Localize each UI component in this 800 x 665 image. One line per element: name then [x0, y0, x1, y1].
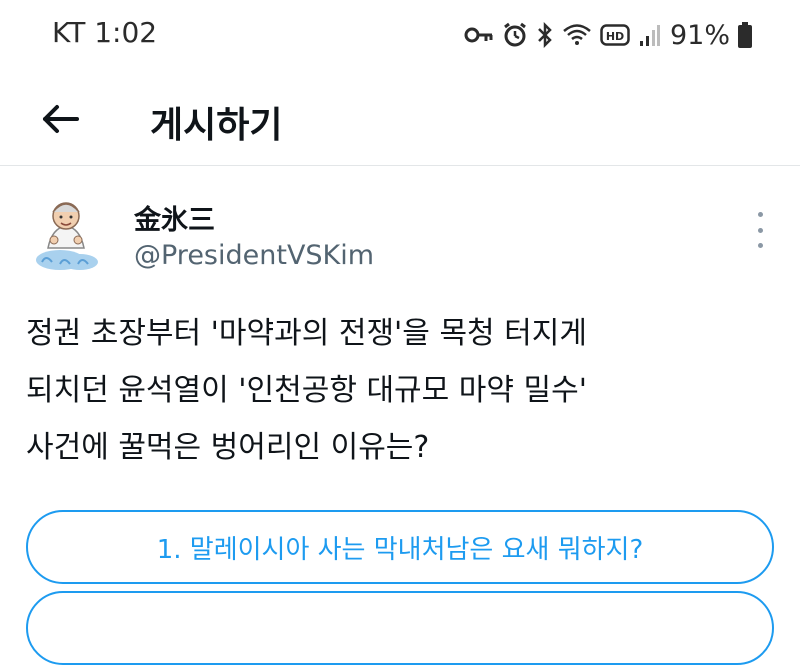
- post-text-line: 정권 초장부터 '마약과의 전쟁'을 목청 터지게: [26, 316, 587, 351]
- arrow-left-icon: [43, 105, 79, 133]
- avatar[interactable]: [30, 190, 104, 278]
- post-text: 정권 초장부터 '마약과의 전쟁'을 목청 터지게 되치던 윤석열이 '인천공항…: [26, 305, 766, 476]
- more-options-button[interactable]: [748, 212, 772, 248]
- bluetooth-icon: [538, 22, 552, 48]
- svg-text:HD: HD: [606, 30, 624, 43]
- battery-percent: 91%: [669, 19, 730, 51]
- battery-icon: [738, 22, 752, 48]
- key-icon: [464, 27, 493, 43]
- back-button[interactable]: [34, 94, 84, 144]
- top-app-bar: 게시하기: [0, 72, 800, 164]
- status-bar: KT 1:02 HD 91%: [0, 0, 800, 72]
- more-dots-icon: [757, 243, 763, 248]
- page-title: 게시하기: [150, 105, 283, 146]
- signal-icon: [639, 25, 660, 46]
- carrier-time: KT 1:02: [52, 16, 158, 49]
- header-divider: [0, 165, 800, 166]
- status-icons: HD 91%: [464, 18, 752, 52]
- wifi-icon: [563, 24, 591, 45]
- more-dots-icon: [757, 212, 763, 217]
- alarm-icon: [504, 22, 526, 47]
- post-text-line: 되치던 윤석열이 '인천공항 대규모 마약 밀수': [26, 373, 587, 408]
- poll-option-1[interactable]: 1. 말레이시아 사는 막내처남은 요새 뭐하지?: [26, 510, 774, 584]
- author-name[interactable]: 金氷三: [134, 198, 215, 237]
- post-text-line: 사건에 꿀먹은 벙어리인 이유는?: [26, 430, 430, 465]
- poll-option-2[interactable]: [26, 591, 774, 665]
- poll-option-label: 1. 말레이시아 사는 막내처남은 요새 뭐하지?: [156, 534, 644, 565]
- more-dots-icon: [757, 227, 763, 233]
- hd-icon: HD: [600, 24, 630, 46]
- author-handle[interactable]: @PresidentVSKim: [134, 240, 374, 271]
